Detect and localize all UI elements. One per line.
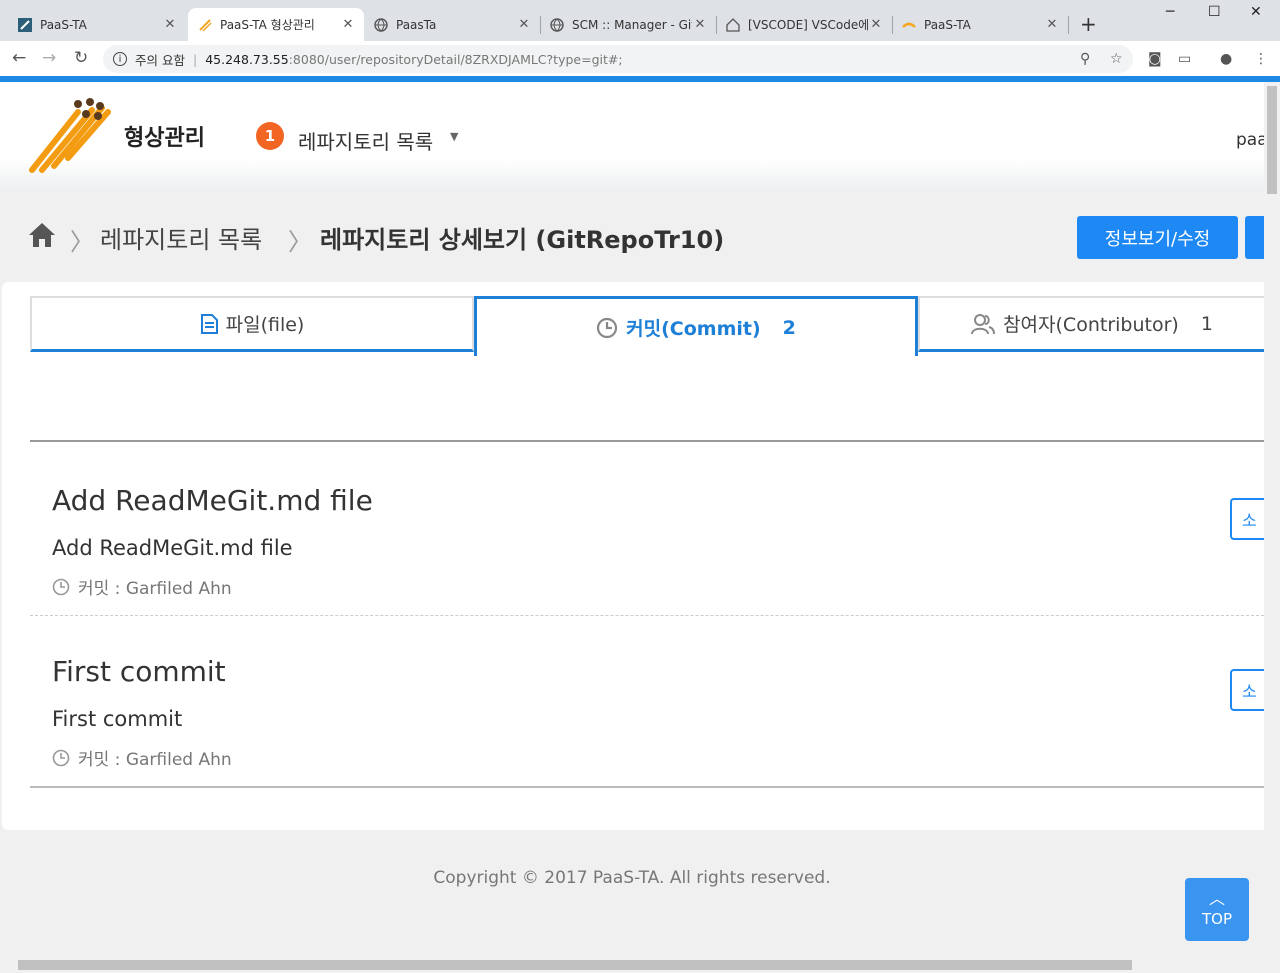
chevron-right-icon: 〉 — [70, 228, 94, 256]
browser-tab-bar: PaaS-TA ✕ PaaS-TA 형상관리 ✕ PaasTa ✕ SCM ::… — [0, 0, 1280, 41]
repo-tabs: 파일(file) 커밋(Commit) 2 참여자(Contributor) 1 — [30, 296, 1264, 356]
page-title: 레파지토리 상세보기 (GitRepoTr10) — [320, 226, 725, 254]
url-host: 45.248.73.55 — [205, 51, 289, 67]
close-icon[interactable]: ✕ — [868, 17, 884, 32]
close-icon[interactable]: ✕ — [516, 17, 532, 32]
commit-author: 커밋 : Garfiled Ahn — [78, 750, 232, 770]
commit-message: Add ReadMeGit.md file — [52, 536, 293, 560]
footer-copyright: Copyright © 2017 PaaS-TA. All rights res… — [433, 868, 831, 888]
close-icon[interactable]: ✕ — [162, 17, 178, 32]
paas-ta-favicon-icon — [902, 18, 916, 32]
document-icon — [200, 313, 218, 334]
cast-icon[interactable]: ▭ — [1178, 51, 1191, 67]
zoom-icon[interactable]: ⚲ — [1080, 51, 1090, 67]
paas-ta-favicon-icon — [18, 17, 32, 32]
camera-icon[interactable]: ◙ — [1148, 51, 1162, 67]
step-badge: 1 — [256, 122, 284, 150]
commit-detail-button[interactable]: 소 — [1230, 498, 1264, 540]
tab-contributor-count: 1 — [1200, 312, 1213, 335]
commit-title[interactable]: First commit — [52, 655, 226, 688]
secondary-action-button[interactable] — [1245, 216, 1264, 259]
app-title[interactable]: 형상관리 — [124, 120, 205, 152]
list-bottom-divider — [30, 786, 1264, 788]
commit-detail-button[interactable]: 소 — [1230, 669, 1264, 711]
browser-tab-active[interactable]: PaaS-TA 형상관리 ✕ — [188, 8, 364, 41]
window-close-icon[interactable]: ✕ — [1250, 4, 1262, 20]
repo-list-menu[interactable]: 레파지토리 목록 — [298, 126, 433, 155]
tab-separator — [892, 16, 893, 34]
commit-author: 커밋 : Garfiled Ahn — [78, 579, 232, 599]
tab-commit-count: 2 — [782, 316, 796, 339]
vertical-scrollbar[interactable] — [1264, 82, 1280, 958]
scroll-top-button[interactable]: ︿ TOP — [1185, 878, 1249, 941]
horizontal-scrollbar-thumb[interactable] — [18, 960, 1132, 970]
house-favicon-icon — [726, 17, 740, 32]
menu-kebab-icon[interactable]: ⋮ — [1254, 51, 1268, 67]
clock-icon — [52, 749, 70, 767]
list-top-divider — [30, 440, 1264, 442]
clock-icon — [52, 578, 70, 596]
users-icon — [971, 313, 996, 335]
commit-item[interactable]: Add ReadMeGit.md file Add ReadMeGit.md f… — [30, 484, 1264, 654]
new-tab-button[interactable]: + — [1080, 12, 1097, 36]
forward-icon[interactable]: → — [42, 48, 56, 68]
minimize-icon[interactable]: ─ — [1166, 4, 1174, 20]
tab-file[interactable]: 파일(file) — [30, 296, 474, 352]
breadcrumb: 〉 레파지토리 목록 〉 레파지토리 상세보기 (GitRepoTr10) 정보… — [0, 192, 1264, 282]
scroll-top-label: TOP — [1201, 909, 1232, 928]
info-icon[interactable]: i — [113, 52, 127, 66]
commit-message: First commit — [52, 707, 183, 731]
home-icon[interactable] — [28, 222, 56, 248]
scm-logo-favicon-icon — [198, 18, 212, 32]
close-icon[interactable]: ✕ — [692, 17, 708, 32]
breadcrumb-repo-list[interactable]: 레파지토리 목록 — [100, 220, 262, 255]
url-path: :8080/user/repositoryDetail/8ZRXDJAMLC?t… — [288, 51, 623, 67]
close-icon[interactable]: ✕ — [1044, 17, 1060, 32]
browser-tab[interactable]: SCM :: Manager - Git ✕ — [540, 8, 716, 41]
user-menu[interactable]: paa — [1236, 130, 1268, 150]
chevron-up-icon: ︿ — [1208, 888, 1225, 908]
profile-avatar-icon[interactable]: ● — [1220, 51, 1232, 67]
browser-toolbar: ← → ↻ i 주의 요함 | 45.248.73.55:8080/user/r… — [0, 41, 1280, 77]
tab-file-label: 파일(file) — [225, 314, 305, 336]
tab-separator — [716, 16, 717, 34]
commit-divider — [30, 615, 1264, 616]
vertical-scrollbar-thumb[interactable] — [1267, 86, 1277, 194]
tab-contributor-label: 참여자(Contributor) — [1003, 314, 1179, 336]
globe-icon — [550, 17, 564, 32]
back-icon[interactable]: ← — [12, 48, 26, 68]
info-edit-button[interactable]: 정보보기/수정 — [1077, 216, 1238, 259]
security-warning[interactable]: 주의 요함 — [135, 50, 185, 69]
browser-tab[interactable]: PaasTa ✕ — [364, 8, 540, 41]
close-icon[interactable]: ✕ — [340, 17, 356, 32]
content-panel: 파일(file) 커밋(Commit) 2 참여자(Contributor) 1… — [2, 282, 1264, 830]
caret-down-icon[interactable]: ▼ — [450, 130, 458, 143]
commit-title[interactable]: Add ReadMeGit.md file — [52, 484, 373, 517]
browser-tab[interactable]: PaaS-TA ✕ — [8, 8, 186, 41]
tab-commit-label: 커밋(Commit) — [626, 318, 761, 340]
commit-item[interactable]: First commit First commit 커밋 : Garfiled … — [30, 655, 1264, 825]
url-separator: | — [192, 51, 198, 67]
app-header: 형상관리 1 레파지토리 목록 ▼ paa — [0, 82, 1268, 192]
star-icon[interactable]: ☆ — [1110, 51, 1123, 67]
browser-tab[interactable]: [VSCODE] VSCode에 G ✕ — [716, 8, 892, 41]
commit-meta: 커밋 : Garfiled Ahn — [52, 574, 232, 599]
chevron-right-icon: 〉 — [288, 228, 312, 256]
scm-logo-icon[interactable] — [28, 92, 112, 174]
browser-tab[interactable]: PaaS-TA ✕ — [892, 8, 1068, 41]
address-bar[interactable]: i 주의 요함 | 45.248.73.55:8080/user/reposit… — [103, 45, 1133, 73]
maximize-icon[interactable]: ☐ — [1208, 4, 1221, 20]
tab-separator — [1068, 16, 1069, 34]
reload-icon[interactable]: ↻ — [74, 48, 88, 68]
commit-meta: 커밋 : Garfiled Ahn — [52, 745, 232, 770]
tab-contributor[interactable]: 참여자(Contributor) 1 — [918, 296, 1264, 352]
tab-commit[interactable]: 커밋(Commit) 2 — [474, 296, 918, 356]
clock-icon — [596, 317, 618, 339]
tab-separator — [540, 16, 541, 34]
globe-icon — [374, 17, 388, 32]
